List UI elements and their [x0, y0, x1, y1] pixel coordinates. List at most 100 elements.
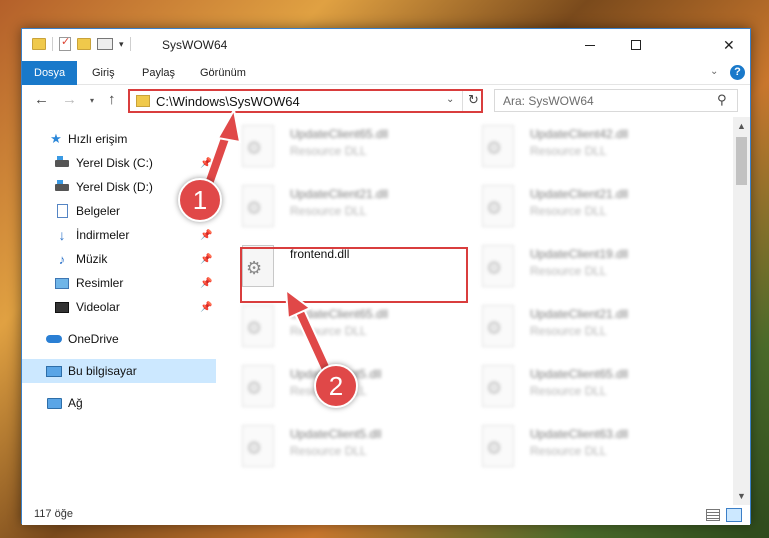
- details-view-icon[interactable]: [706, 509, 720, 521]
- customize-toolbar-chevron-icon[interactable]: ▾: [119, 39, 124, 50]
- scroll-thumb[interactable]: [736, 137, 747, 185]
- videos-icon: [54, 299, 70, 315]
- sidebar-item-label: Videolar: [76, 300, 120, 314]
- file-name: UpdateClient63.dll: [530, 427, 629, 441]
- back-button[interactable]: ←: [34, 91, 49, 108]
- navigation-bar: ← → ▾ ↑ C:\Windows\SysWOW64 ⌄ ↻ Ara: Sys…: [22, 85, 750, 117]
- status-bar: 117 öğe: [22, 505, 750, 525]
- scroll-up-icon[interactable]: ▲: [737, 121, 746, 131]
- file-item[interactable]: UpdateClient21.dll Resource DLL: [222, 183, 452, 239]
- file-item[interactable]: UpdateClient63.dll Resource DLL: [462, 423, 692, 479]
- pin-icon[interactable]: 📌: [200, 254, 212, 265]
- address-bar[interactable]: C:\Windows\SysWOW64 ⌄ ↻: [128, 89, 483, 113]
- dll-file-icon: [482, 305, 514, 347]
- file-name: UpdateClient65.dll: [530, 367, 629, 381]
- large-icons-view-icon[interactable]: [726, 508, 742, 522]
- file-list: UpdateClient65.dll Resource DLL UpdateCl…: [222, 117, 732, 505]
- minimize-icon: [585, 44, 595, 46]
- navigation-pane: ★ Hızlı erişim Yerel Disk (C:) 📌 Yerel D…: [22, 123, 216, 505]
- sidebar-item-downloads[interactable]: ↓ İndirmeler 📌: [22, 223, 216, 247]
- pin-icon[interactable]: 📌: [200, 302, 212, 313]
- tab-view[interactable]: Görünüm: [188, 61, 258, 85]
- sidebar-item-this-pc[interactable]: Bu bilgisayar: [22, 359, 216, 383]
- maximize-button[interactable]: [613, 29, 659, 61]
- file-item[interactable]: UpdateClient65.dll Resource DLL: [462, 363, 692, 419]
- step-1-badge: 1: [178, 178, 222, 222]
- sidebar-item-label: Resimler: [76, 276, 124, 290]
- sidebar-item-network[interactable]: Ağ: [22, 391, 216, 415]
- expand-ribbon-chevron-icon[interactable]: ⌄: [710, 66, 718, 77]
- tab-share[interactable]: Paylaş: [130, 61, 187, 85]
- file-name: UpdateClient19.dll: [530, 247, 629, 261]
- toolbar-divider: [129, 37, 131, 51]
- file-type: Resource DLL: [530, 444, 607, 458]
- address-divider: [462, 91, 463, 111]
- window-title: SysWOW64: [162, 38, 228, 52]
- file-item[interactable]: UpdateClient21.dll Resource DLL: [462, 303, 692, 359]
- dll-file-icon: [482, 425, 514, 467]
- drive-icon: [54, 155, 70, 171]
- music-icon: ♪: [58, 251, 66, 267]
- close-icon: ✕: [723, 36, 735, 53]
- help-icon[interactable]: ?: [730, 65, 745, 80]
- sidebar-item-label: Yerel Disk (D:): [76, 180, 153, 194]
- file-type: Resource DLL: [530, 264, 607, 278]
- file-type: Resource DLL: [290, 324, 367, 338]
- quick-access-toolbar: ▾: [32, 35, 131, 51]
- vertical-scrollbar[interactable]: ▲ ▼: [733, 117, 750, 505]
- new-folder-icon[interactable]: [77, 38, 91, 50]
- sidebar-item-videos[interactable]: Videolar 📌: [22, 295, 216, 319]
- recent-locations-button[interactable]: ▾: [90, 96, 94, 105]
- dll-file-icon: [482, 185, 514, 227]
- properties-check-icon[interactable]: [59, 35, 71, 51]
- up-button[interactable]: ↑: [108, 91, 116, 108]
- file-name: UpdateClient5.dll: [290, 427, 382, 441]
- sidebar-item-label: Ağ: [68, 396, 83, 410]
- dll-file-icon: [242, 185, 274, 227]
- pin-icon[interactable]: 📌: [200, 230, 212, 241]
- file-item[interactable]: UpdateClient5.dll Resource DLL: [222, 423, 452, 479]
- file-type: Resource DLL: [530, 384, 607, 398]
- pin-icon[interactable]: 📌: [200, 278, 212, 289]
- toolbar-divider: [52, 37, 53, 51]
- file-name: UpdateClient65.dll: [290, 127, 389, 141]
- tab-home[interactable]: Giriş: [80, 61, 127, 85]
- tab-file[interactable]: Dosya: [22, 61, 78, 85]
- address-dropdown-icon[interactable]: ⌄: [446, 94, 454, 105]
- view-icon[interactable]: [97, 38, 113, 50]
- network-icon: [46, 395, 62, 411]
- sidebar-item-local-disk-c[interactable]: Yerel Disk (C:) 📌: [22, 151, 216, 175]
- file-item[interactable]: UpdateClient65.dll Resource DLL: [222, 123, 452, 179]
- sidebar-item-label: İndirmeler: [76, 228, 130, 242]
- file-item[interactable]: UpdateClient65.dll Resource DLL: [222, 303, 452, 359]
- file-item[interactable]: UpdateClient42.dll Resource DLL: [462, 123, 692, 179]
- step-2-badge: 2: [314, 364, 358, 408]
- sidebar-item-onedrive[interactable]: OneDrive: [22, 327, 216, 351]
- file-name: UpdateClient21.dll: [530, 187, 629, 201]
- refresh-button[interactable]: ↻: [468, 92, 479, 108]
- file-item[interactable]: UpdateClient19.dll Resource DLL: [462, 243, 692, 299]
- file-type: Resource DLL: [530, 324, 607, 338]
- close-button[interactable]: ✕: [659, 29, 751, 61]
- file-item[interactable]: UpdateClient21.dll Resource DLL: [462, 183, 692, 239]
- minimize-button[interactable]: [567, 29, 613, 61]
- dll-file-icon: [242, 425, 274, 467]
- documents-icon: [54, 203, 70, 219]
- dll-file-icon: [242, 365, 274, 407]
- maximize-icon: [631, 40, 641, 50]
- search-placeholder: Ara: SysWOW64: [503, 94, 594, 108]
- sidebar-item-label: Yerel Disk (C:): [76, 156, 153, 170]
- file-name: UpdateClient65.dll: [290, 307, 389, 321]
- pin-icon[interactable]: 📌: [200, 158, 212, 169]
- search-icon[interactable]: ⚲: [717, 92, 727, 108]
- sidebar-item-label: Belgeler: [76, 204, 121, 218]
- file-type: Resource DLL: [530, 144, 607, 158]
- address-path[interactable]: C:\Windows\SysWOW64: [156, 94, 300, 109]
- sidebar-item-quick-access[interactable]: ★ Hızlı erişim: [22, 127, 216, 151]
- scroll-down-icon[interactable]: ▼: [737, 491, 746, 501]
- forward-button[interactable]: →: [62, 91, 77, 108]
- sidebar-item-music[interactable]: ♪ Müzik 📌: [22, 247, 216, 271]
- sidebar-item-pictures[interactable]: Resimler 📌: [22, 271, 216, 295]
- sidebar-item-label: Bu bilgisayar: [68, 364, 137, 378]
- search-input[interactable]: Ara: SysWOW64 ⚲: [494, 89, 738, 112]
